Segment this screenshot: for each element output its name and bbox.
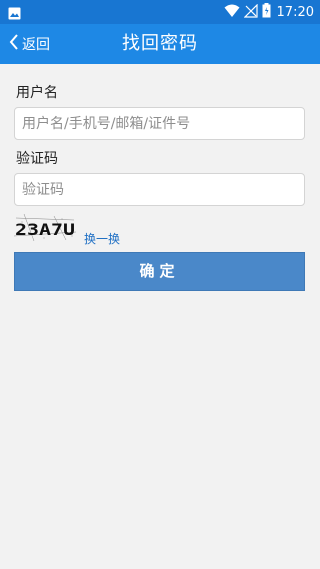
wifi-icon bbox=[224, 3, 240, 22]
confirm-button[interactable]: 确定 bbox=[14, 252, 305, 291]
username-input[interactable] bbox=[14, 107, 305, 140]
username-label: 用户名 bbox=[16, 85, 58, 101]
captcha-input[interactable] bbox=[14, 173, 305, 206]
chevron-left-icon bbox=[8, 32, 20, 56]
signal-icon bbox=[243, 3, 258, 22]
image-icon bbox=[8, 5, 21, 24]
refresh-captcha-link[interactable]: 换一换 bbox=[84, 230, 120, 247]
app-bar: 找回密码 返回 bbox=[0, 24, 320, 64]
back-label: 返回 bbox=[22, 37, 50, 53]
captcha-image[interactable]: 23A7U bbox=[13, 213, 78, 242]
captcha-label: 验证码 bbox=[16, 151, 58, 167]
status-bar: 17:20 bbox=[0, 0, 320, 24]
status-time: 17:20 bbox=[276, 4, 314, 20]
battery-icon bbox=[262, 3, 271, 22]
captcha-text: 23A7U bbox=[15, 220, 75, 239]
back-button[interactable]: 返回 bbox=[8, 24, 50, 64]
